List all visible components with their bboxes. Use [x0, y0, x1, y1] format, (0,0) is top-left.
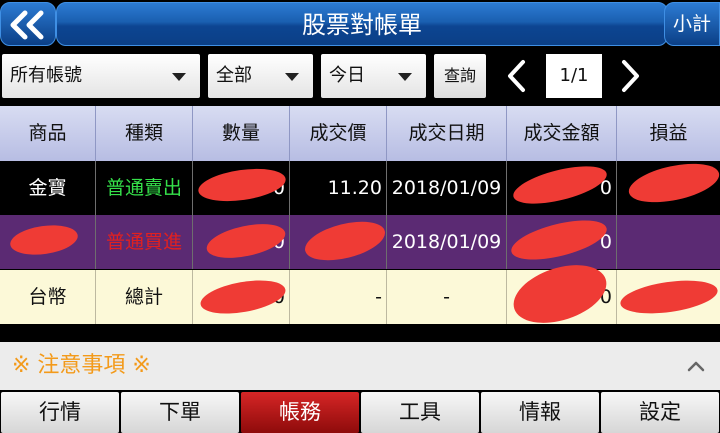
notes-bar[interactable]: ※ 注意事項 ※: [0, 342, 720, 390]
tab-tools[interactable]: 工具: [361, 392, 479, 433]
cell-date: -: [387, 270, 507, 324]
column-header-price[interactable]: 成交價: [290, 106, 387, 161]
account-dropdown[interactable]: 所有帳號: [2, 54, 200, 98]
chevron-up-icon[interactable]: [686, 356, 706, 376]
tab-quotes[interactable]: 行情: [1, 392, 119, 433]
caret-down-icon: [285, 73, 299, 81]
column-header-profit-loss[interactable]: 損益: [617, 106, 720, 161]
tab-account[interactable]: 帳務: [241, 392, 359, 433]
cell-kind: 普通買進: [96, 215, 193, 269]
cell-date: 2018/01/09: [387, 215, 507, 269]
tab-news[interactable]: 情報: [481, 392, 599, 433]
type-dropdown-value: 全部: [216, 65, 252, 86]
query-button[interactable]: 查詢: [434, 54, 486, 98]
double-chevron-left-icon: [10, 10, 44, 40]
subtotal-button[interactable]: 小計: [664, 2, 720, 46]
cell-product: 台幣: [0, 270, 96, 324]
column-header-product[interactable]: 商品: [0, 106, 96, 161]
column-header-kind[interactable]: 種類: [96, 106, 193, 161]
cell-product: 金寶: [0, 161, 96, 215]
date-dropdown[interactable]: 今日: [321, 54, 426, 98]
column-header-amount[interactable]: 成交金額: [507, 106, 617, 161]
caret-down-icon: [172, 73, 186, 81]
next-page-button[interactable]: [610, 54, 650, 98]
column-header-quantity[interactable]: 數量: [193, 106, 290, 161]
caret-down-icon: [398, 73, 412, 81]
tab-settings[interactable]: 設定: [601, 392, 719, 433]
table-row[interactable]: 金寶 普通賣出 0 11.20 2018/01/09 0: [0, 161, 720, 215]
column-header-date[interactable]: 成交日期: [387, 106, 507, 161]
chevron-right-icon: [622, 60, 639, 92]
tab-order[interactable]: 下單: [121, 392, 239, 433]
page-indicator: 1/1: [546, 54, 602, 98]
notes-title: ※ 注意事項 ※: [12, 353, 151, 378]
cell-profit-loss: [617, 215, 720, 269]
back-button[interactable]: [0, 2, 56, 46]
date-dropdown-value: 今日: [329, 65, 365, 86]
account-dropdown-value: 所有帳號: [10, 65, 82, 86]
title-bar: 股票對帳單 小計: [0, 0, 720, 48]
cell-price: -: [290, 270, 387, 324]
prev-page-button[interactable]: [497, 54, 537, 98]
cell-kind: 總計: [96, 270, 193, 324]
cell-price: 11.20: [290, 161, 387, 215]
title-pill: 股票對帳單: [56, 2, 668, 46]
cell-date: 2018/01/09: [387, 161, 507, 215]
table-row[interactable]: 台幣 總計 0 - - 0: [0, 270, 720, 324]
bottom-nav: 行情 下單 帳務 工具 情報 設定: [0, 390, 720, 433]
page-title: 股票對帳單: [302, 11, 422, 39]
table-header: 商品 種類 數量 成交價 成交日期 成交金額 損益: [0, 106, 720, 161]
type-dropdown[interactable]: 全部: [208, 54, 313, 98]
filter-bar: 所有帳號 全部 今日 查詢 1/1: [0, 48, 720, 104]
chevron-left-icon: [508, 60, 525, 92]
cell-kind: 普通賣出: [96, 161, 193, 215]
